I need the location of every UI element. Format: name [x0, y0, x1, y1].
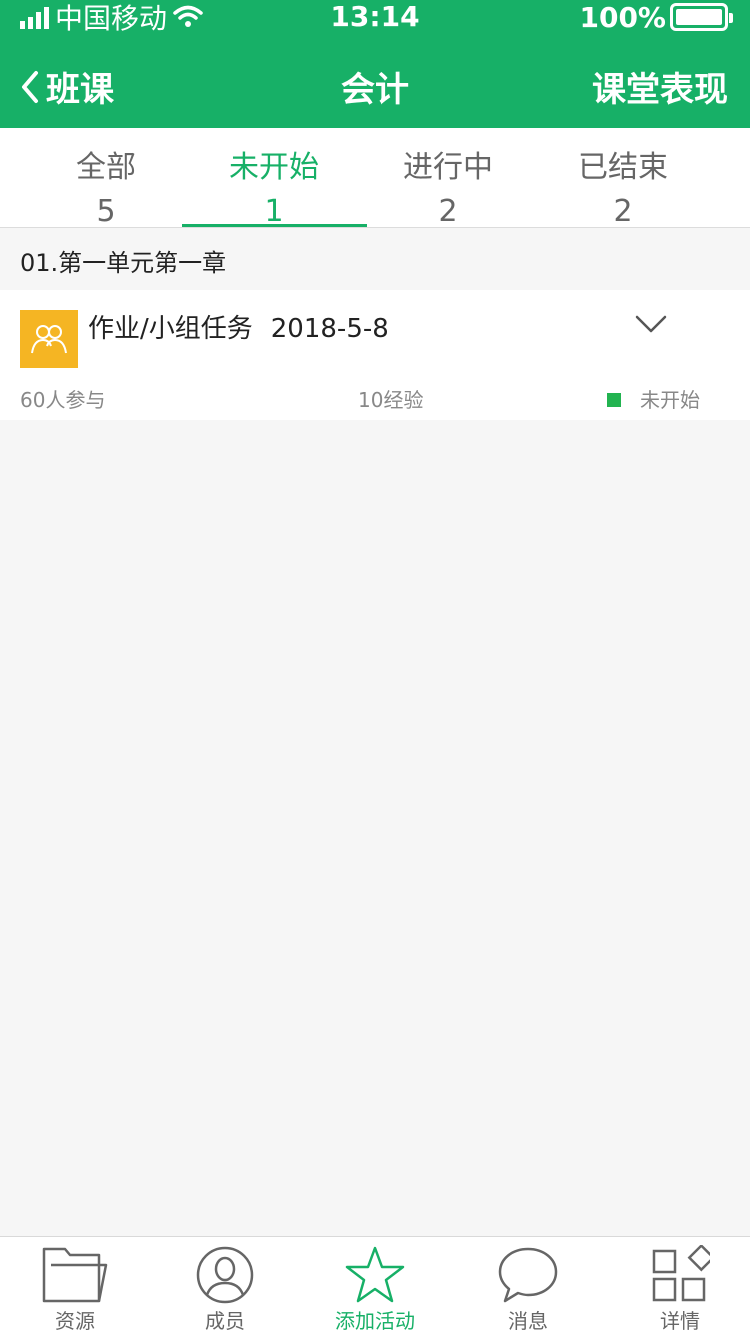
class-performance-button[interactable]: 课堂表现: [592, 62, 728, 111]
tab-label: 全部: [76, 150, 136, 185]
tab-label: 进行中: [403, 150, 493, 185]
bottom-tab-resources[interactable]: 资源: [0, 1237, 150, 1334]
folder-icon: [42, 1247, 108, 1303]
group-icon: [31, 325, 67, 354]
tab-not-started[interactable]: 未开始 1: [184, 128, 364, 229]
tab-count: 2: [613, 194, 633, 229]
status-right: 100%: [579, 0, 733, 34]
activity-status: 未开始: [640, 388, 700, 412]
bottom-tab-label: 添加活动: [335, 1309, 415, 1333]
star-icon: [345, 1246, 405, 1303]
bottom-tab-label: 详情: [660, 1309, 700, 1333]
battery-icon: [670, 3, 733, 31]
chevron-left-icon: [22, 70, 38, 103]
grid-icon: [652, 1245, 710, 1302]
bottom-tab-details[interactable]: 详情: [605, 1237, 750, 1334]
tab-label: 未开始: [229, 150, 319, 185]
battery-percent: 100%: [579, 0, 666, 34]
bottom-tab-label: 资源: [55, 1309, 95, 1333]
back-label: 班课: [46, 70, 114, 110]
tab-label: 已结束: [578, 150, 668, 185]
section-header: 01.第一单元第一章: [20, 249, 227, 277]
top-bar: 中国移动 13:14 100% 班课 会计 课堂表现: [0, 0, 750, 128]
activity-title: 作业/小组任务 2018-5-8: [88, 308, 389, 345]
bottom-tab-members[interactable]: 成员: [150, 1237, 300, 1334]
back-button[interactable]: 班课: [20, 62, 114, 111]
chat-bubble-icon: [498, 1247, 558, 1303]
bottom-tab-messages[interactable]: 消息: [453, 1237, 603, 1334]
bottom-tab-label: 成员: [205, 1309, 245, 1333]
bottom-tab-add-activity[interactable]: 添加活动: [300, 1237, 450, 1334]
tab-in-progress[interactable]: 进行中 2: [358, 128, 538, 229]
activity-name: 作业/小组任务: [88, 314, 253, 344]
chevron-down-icon[interactable]: [634, 314, 668, 334]
tab-count: 2: [438, 194, 458, 229]
participants-count: 60人参与: [20, 388, 106, 412]
tab-ended[interactable]: 已结束 2: [533, 128, 713, 229]
active-tab-indicator: [182, 224, 367, 227]
tab-all[interactable]: 全部 5: [16, 128, 196, 229]
bottom-nav: 资源 成员 添加活动 消息 详情: [0, 1236, 750, 1334]
experience-points: 10经验: [358, 388, 424, 412]
person-icon: [196, 1246, 254, 1304]
status-bar: 中国移动 13:14 100%: [0, 0, 750, 35]
activity-card[interactable]: 作业/小组任务 2018-5-8 60人参与 10经验 未开始: [0, 290, 750, 420]
activity-date: 2018-5-8: [270, 314, 389, 344]
bottom-tab-label: 消息: [508, 1309, 548, 1333]
status-indicator: [607, 393, 621, 407]
status-tabs: 全部 5 未开始 1 进行中 2 已结束 2: [0, 128, 750, 229]
nav-bar: 班课 会计 课堂表现: [0, 50, 750, 120]
activity-avatar: [20, 310, 78, 368]
tab-count: 5: [96, 194, 116, 229]
